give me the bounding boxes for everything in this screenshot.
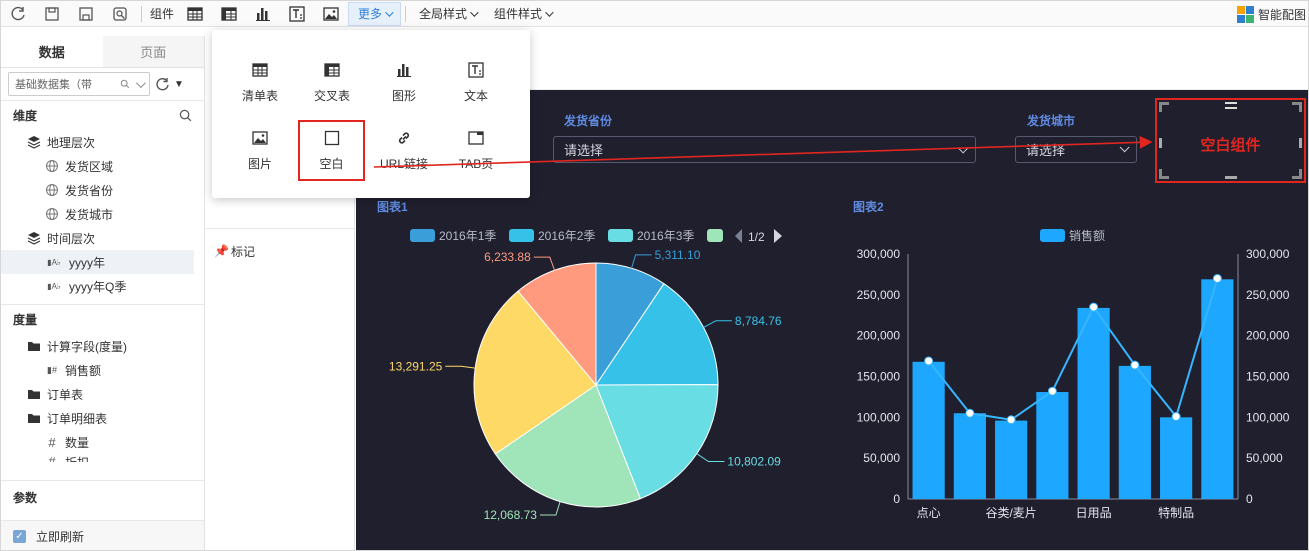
legend-label: 2016年3季	[637, 229, 694, 243]
menu-item-label: 图片	[247, 156, 272, 171]
line-point	[1171, 412, 1181, 422]
menu-item-tab-page[interactable]: TAB页	[440, 122, 512, 178]
blank-square-icon	[324, 130, 339, 146]
menu-item-label: 图形	[391, 88, 416, 103]
y-tick-label: 50,000	[863, 451, 900, 465]
menu-item-text[interactable]: 文本	[440, 54, 512, 110]
legend-swatch	[707, 229, 723, 242]
y-tick-label-right: 150,000	[1246, 370, 1290, 384]
menu-item-label: 空白	[319, 157, 344, 171]
legend-label: 2016年2季	[538, 229, 595, 243]
chart2-title: 图表2	[853, 199, 884, 214]
menu-item-label: TAB页	[458, 156, 494, 171]
bar	[1201, 279, 1234, 499]
legend-swatch	[608, 229, 633, 242]
bar	[953, 413, 986, 499]
y-tick-label: 0	[893, 492, 900, 506]
line-point	[1047, 386, 1057, 396]
y-tick-label: 100,000	[857, 410, 901, 424]
pie-label-line	[539, 501, 561, 516]
line-point	[1006, 415, 1016, 425]
bar	[1036, 392, 1069, 499]
x-tick-label: 日用品	[1076, 506, 1112, 520]
y-tick-label-right: 100,000	[1246, 410, 1290, 424]
x-tick-label: 特制品	[1158, 505, 1194, 520]
pie-data-label: 6,233.88	[484, 250, 531, 264]
menu-item-chart[interactable]: 图形	[368, 54, 440, 110]
more-dropdown: 清单表 交叉表 图形 文本 图片 空白 URL链接 TAB页	[212, 30, 530, 198]
charts-layer: 图表1 2016年1季 2016年2季 2016年3季 1/2 5,311.10 8,784…	[377, 199, 1290, 522]
legend-swatch	[1040, 229, 1065, 242]
bar	[1077, 307, 1110, 499]
legend-prev-icon	[735, 229, 742, 243]
x-tick-label: 点心	[917, 506, 941, 520]
menu-item-label: 交叉表	[313, 88, 350, 103]
tab-page-icon	[468, 130, 484, 145]
bar	[1118, 365, 1151, 499]
image-icon	[252, 130, 268, 145]
legend-swatch	[509, 229, 534, 242]
menu-item-label: URL链接	[379, 156, 428, 171]
bar	[1160, 417, 1193, 499]
menu-item-crosstab[interactable]: 交叉表	[296, 54, 368, 110]
y-tick-label: 300,000	[857, 247, 901, 261]
pie-data-label: 10,802.09	[727, 455, 781, 469]
chart-icon	[397, 63, 411, 77]
text-icon	[468, 61, 484, 78]
pie-label-line	[533, 256, 556, 271]
bar	[995, 420, 1028, 499]
pie-data-label: 5,311.10	[655, 248, 701, 262]
menu-item-url-link[interactable]: URL链接	[368, 122, 440, 178]
line-point	[1130, 360, 1140, 370]
y-tick-label: 250,000	[857, 288, 901, 302]
legend-next-icon	[774, 229, 782, 243]
legend-label: 销售额	[1069, 228, 1105, 243]
y-tick-label-right: 0	[1246, 492, 1253, 506]
bar	[912, 361, 945, 499]
legend-swatch	[410, 229, 435, 242]
menu-item-label: 文本	[463, 88, 488, 103]
menu-item-list-table[interactable]: 清单表	[224, 54, 296, 110]
legend-label: 2016年1季	[439, 229, 496, 243]
menu-item-label: 清单表	[241, 88, 278, 103]
pie-data-label: 8,784.76	[735, 314, 782, 328]
pie-label-line	[696, 453, 725, 463]
line-point	[965, 408, 975, 418]
table-icon	[252, 62, 268, 77]
line-point	[924, 356, 934, 366]
app-window: 组件 更多 全局样式 组件样式 智能配图 数据 页面 基础数据集（带 ▼ 维度 …	[0, 0, 1309, 551]
y-tick-label-right: 200,000	[1246, 329, 1290, 343]
pie-label-line	[631, 254, 652, 269]
y-tick-label: 150,000	[857, 370, 901, 384]
menu-item-blank[interactable]: 空白	[298, 120, 365, 181]
line-point	[1212, 274, 1222, 283]
pie-data-label: 13,291.25	[389, 359, 443, 373]
y-tick-label-right: 300,000	[1246, 247, 1290, 261]
pie-label-line	[445, 365, 476, 369]
y-tick-label-right: 50,000	[1246, 451, 1283, 465]
series-line	[927, 278, 1219, 421]
y-tick-label-right: 250,000	[1246, 288, 1290, 302]
pie-data-label: 12,068.73	[484, 508, 538, 522]
menu-item-image[interactable]: 图片	[224, 122, 296, 178]
line-point	[1089, 302, 1099, 312]
legend-page-indicator: 1/2	[748, 230, 765, 244]
crosstab-icon	[324, 62, 340, 77]
link-icon	[398, 131, 410, 144]
x-tick-label: 谷类/麦片	[985, 506, 1036, 520]
chart1-title: 图表1	[377, 199, 408, 214]
y-tick-label: 200,000	[857, 329, 901, 343]
pie-label-line	[703, 320, 732, 328]
